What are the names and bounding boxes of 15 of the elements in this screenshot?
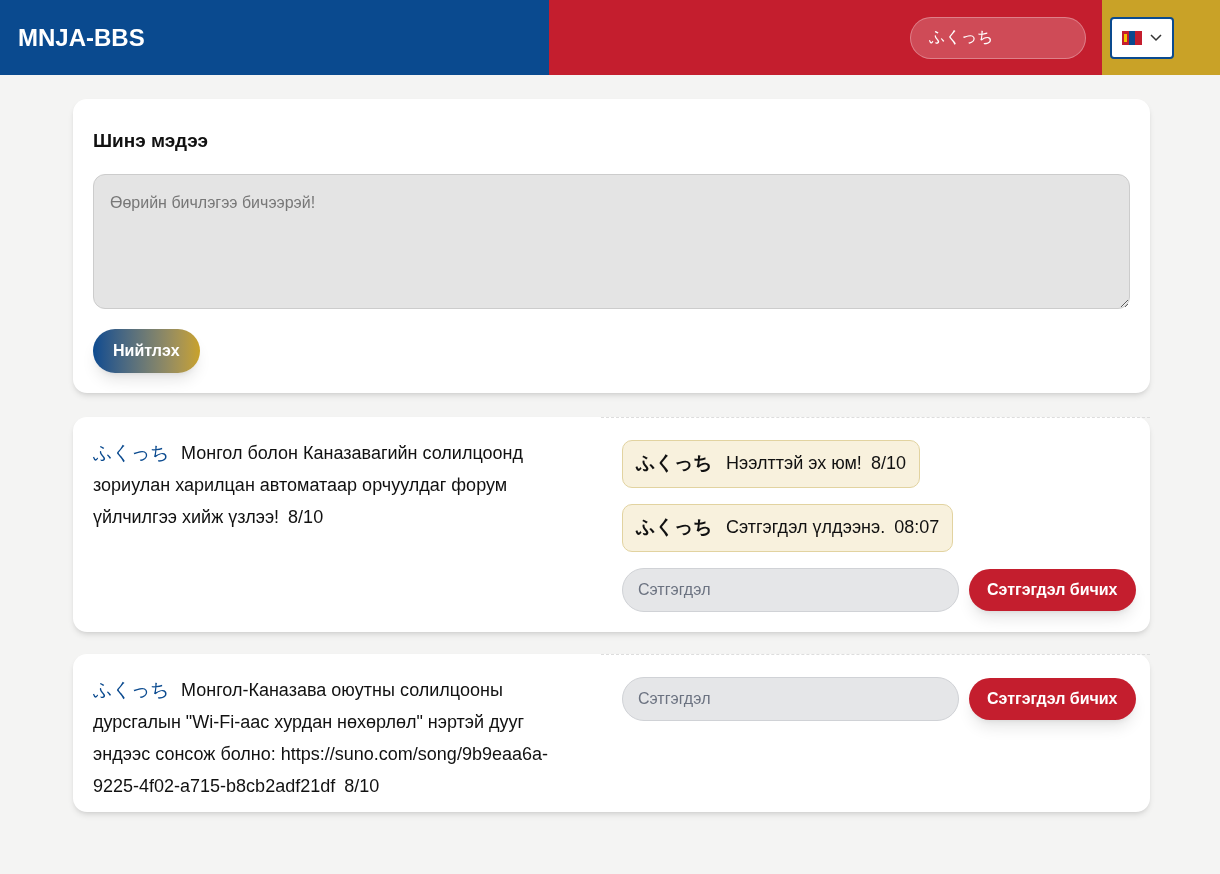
card-heading: Шинэ мэдээ (93, 129, 210, 153)
post-textarea[interactable]: Өөрийн бичлэгээ бичээрэй! (93, 173, 1130, 309)
language-select[interactable] (1110, 16, 1174, 59)
site-title: MNJA-BBS (18, 22, 145, 53)
comment-field[interactable]: Сэтгэгдэл (622, 567, 959, 612)
comment-button[interactable]: Сэтгэгдэл бичих (969, 677, 1136, 720)
comment-bubble: ふくっち Сэтгэгдэл үлдээнэ. 08:07 (622, 503, 954, 552)
flag-icon (1122, 30, 1142, 45)
post-text: ふくっち Монгол болон Каназавагийн солилцоонд зориулан харилцан автоматаар орчуулдаг форум үйлчилгээ хийж үзлээ! 8/10 (93, 440, 524, 529)
post-button[interactable]: Нийтлэх (93, 328, 200, 373)
chevron-down-icon (1150, 33, 1162, 42)
comment-button[interactable]: Сэтгэгдэл бичих (969, 568, 1136, 611)
comment-field[interactable]: Сэтгэгдэл (622, 676, 959, 721)
comment-bubble: ふくっち Нээлттэй эх юм! 8/10 (622, 439, 920, 488)
post-text: ふくっち Монгол-Каназава оюутны солилцооны дурсгалын "Wi-Fi-аас хурдан нөхөрлөл" нэртэй дууг эндээс сонсож болно: https://suno.com/song/9b9eaa6a-9225-4f02-a715-b8cb2adf21df 8/10 (93, 677, 549, 798)
